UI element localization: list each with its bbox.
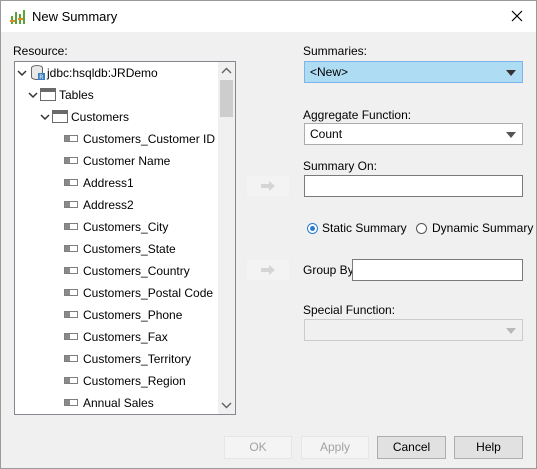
tree-field-label: Customers_Customer ID	[83, 132, 216, 146]
summaries-value: <New>	[310, 65, 349, 79]
static-summary-label[interactable]: Static Summary	[322, 221, 407, 235]
right-arrow-icon	[261, 181, 275, 191]
tree-field-item[interactable]: Address2	[15, 194, 215, 216]
expand-chevron-icon[interactable]	[27, 84, 39, 106]
field-icon	[64, 223, 78, 230]
tree-field-label: Customers_City	[83, 220, 169, 234]
tree-field-label: Customers_State	[83, 242, 176, 256]
field-icon	[64, 399, 78, 406]
tree-field-label: Address2	[83, 198, 134, 212]
tree-label-tables: Tables	[59, 88, 94, 102]
static-summary-radio[interactable]	[307, 223, 318, 234]
summary-on-field[interactable]	[304, 175, 523, 197]
expand-chevron-icon[interactable]	[16, 62, 28, 84]
scroll-down-icon[interactable]	[221, 401, 232, 409]
field-icon	[64, 377, 78, 384]
title-bar: New Summary	[1, 1, 536, 32]
special-function-label: Special Function:	[303, 303, 396, 317]
field-icon	[64, 157, 78, 164]
scroll-up-icon[interactable]	[221, 67, 232, 75]
chevron-down-icon	[506, 132, 516, 138]
tree-field-item[interactable]: Customers_Country	[15, 260, 215, 282]
cancel-button[interactable]: Cancel	[377, 436, 446, 459]
field-icon	[64, 267, 78, 274]
tree-field-item[interactable]: Customers_Fax	[15, 326, 215, 348]
field-icon	[64, 355, 78, 362]
new-summary-dialog: New Summary Resource: R jdbc:hsqldb:JRDe…	[0, 0, 537, 469]
resource-tree[interactable]: R jdbc:hsqldb:JRDemo Tables Customers Cu…	[14, 61, 236, 415]
svg-text:R: R	[39, 74, 43, 80]
field-icon	[64, 245, 78, 252]
tree-label-customers: Customers	[71, 110, 130, 124]
dynamic-summary-label[interactable]: Dynamic Summary	[432, 221, 533, 235]
table-icon	[52, 110, 68, 123]
database-icon: R	[31, 65, 45, 80]
tree-field-label: Annual Sales	[83, 396, 154, 410]
tree-field-label: Customers_Region	[83, 374, 186, 388]
summary-chart-icon	[10, 10, 25, 24]
chevron-down-icon	[506, 70, 516, 76]
dialog-title: New Summary	[32, 9, 118, 24]
field-icon	[64, 289, 78, 296]
tree-field-label: Customers_Country	[83, 264, 190, 278]
tree-field-item[interactable]: Customers_State	[15, 238, 215, 260]
add-summary-on-button[interactable]	[247, 176, 289, 196]
resource-label: Resource:	[13, 44, 68, 58]
tree-field-item[interactable]: Customers_Territory	[15, 348, 215, 370]
scroll-thumb[interactable]	[220, 80, 233, 117]
aggregate-function-label: Aggregate Function:	[303, 108, 412, 122]
tree-label-database: jdbc:hsqldb:JRDemo	[47, 66, 158, 80]
aggregate-function-combo[interactable]: Count	[304, 123, 523, 145]
tree-field-item[interactable]: Customers_Region	[15, 370, 215, 392]
expand-chevron-icon[interactable]	[39, 106, 51, 128]
tree-node-tables[interactable]: Tables	[15, 84, 215, 106]
tree-field-item[interactable]: Address1	[15, 172, 215, 194]
tree-field-label: Customers_Postal Code	[83, 286, 214, 300]
tree-field-item[interactable]: Annual Sales	[15, 392, 215, 414]
field-icon	[64, 179, 78, 186]
dynamic-summary-radio[interactable]	[416, 223, 427, 234]
help-button[interactable]: Help	[454, 436, 523, 459]
tree-field-label: Customer Name	[83, 154, 171, 168]
close-icon[interactable]	[504, 4, 530, 28]
right-arrow-icon	[261, 265, 275, 275]
special-function-combo[interactable]	[304, 319, 523, 341]
tree-field-item[interactable]: Customers_Customer ID	[15, 128, 215, 150]
add-group-by-button[interactable]	[247, 260, 289, 280]
apply-button[interactable]: Apply	[301, 436, 369, 459]
tree-field-item[interactable]: Customers_Postal Code	[15, 282, 215, 304]
field-icon	[64, 135, 78, 142]
tree-field-label: Customers_Territory	[83, 352, 192, 366]
tree-field-label: Customers_Phone	[83, 308, 183, 322]
tree-field-label: Address1	[83, 176, 134, 190]
tree-field-label: Customers_Fax	[83, 330, 168, 344]
tree-field-item[interactable]: Customer Name	[15, 150, 215, 172]
tree-field-item[interactable]: Customers_City	[15, 216, 215, 238]
table-icon	[40, 88, 56, 101]
field-icon	[64, 333, 78, 340]
summaries-combo[interactable]: <New>	[304, 61, 523, 83]
tree-node-customers[interactable]: Customers	[15, 106, 215, 128]
chevron-down-icon	[506, 328, 516, 334]
tree-node-database[interactable]: R jdbc:hsqldb:JRDemo	[15, 62, 215, 84]
ok-button[interactable]: OK	[224, 436, 292, 459]
tree-field-item[interactable]: Customers_Phone	[15, 304, 215, 326]
aggregate-function-value: Count	[310, 127, 343, 141]
group-by-field[interactable]	[352, 259, 523, 281]
summary-on-label: Summary On:	[303, 159, 378, 173]
summaries-label: Summaries:	[303, 44, 368, 58]
field-icon	[64, 201, 78, 208]
group-by-label: Group By	[303, 263, 354, 277]
tree-scrollbar[interactable]	[218, 62, 235, 414]
field-icon	[64, 311, 78, 318]
